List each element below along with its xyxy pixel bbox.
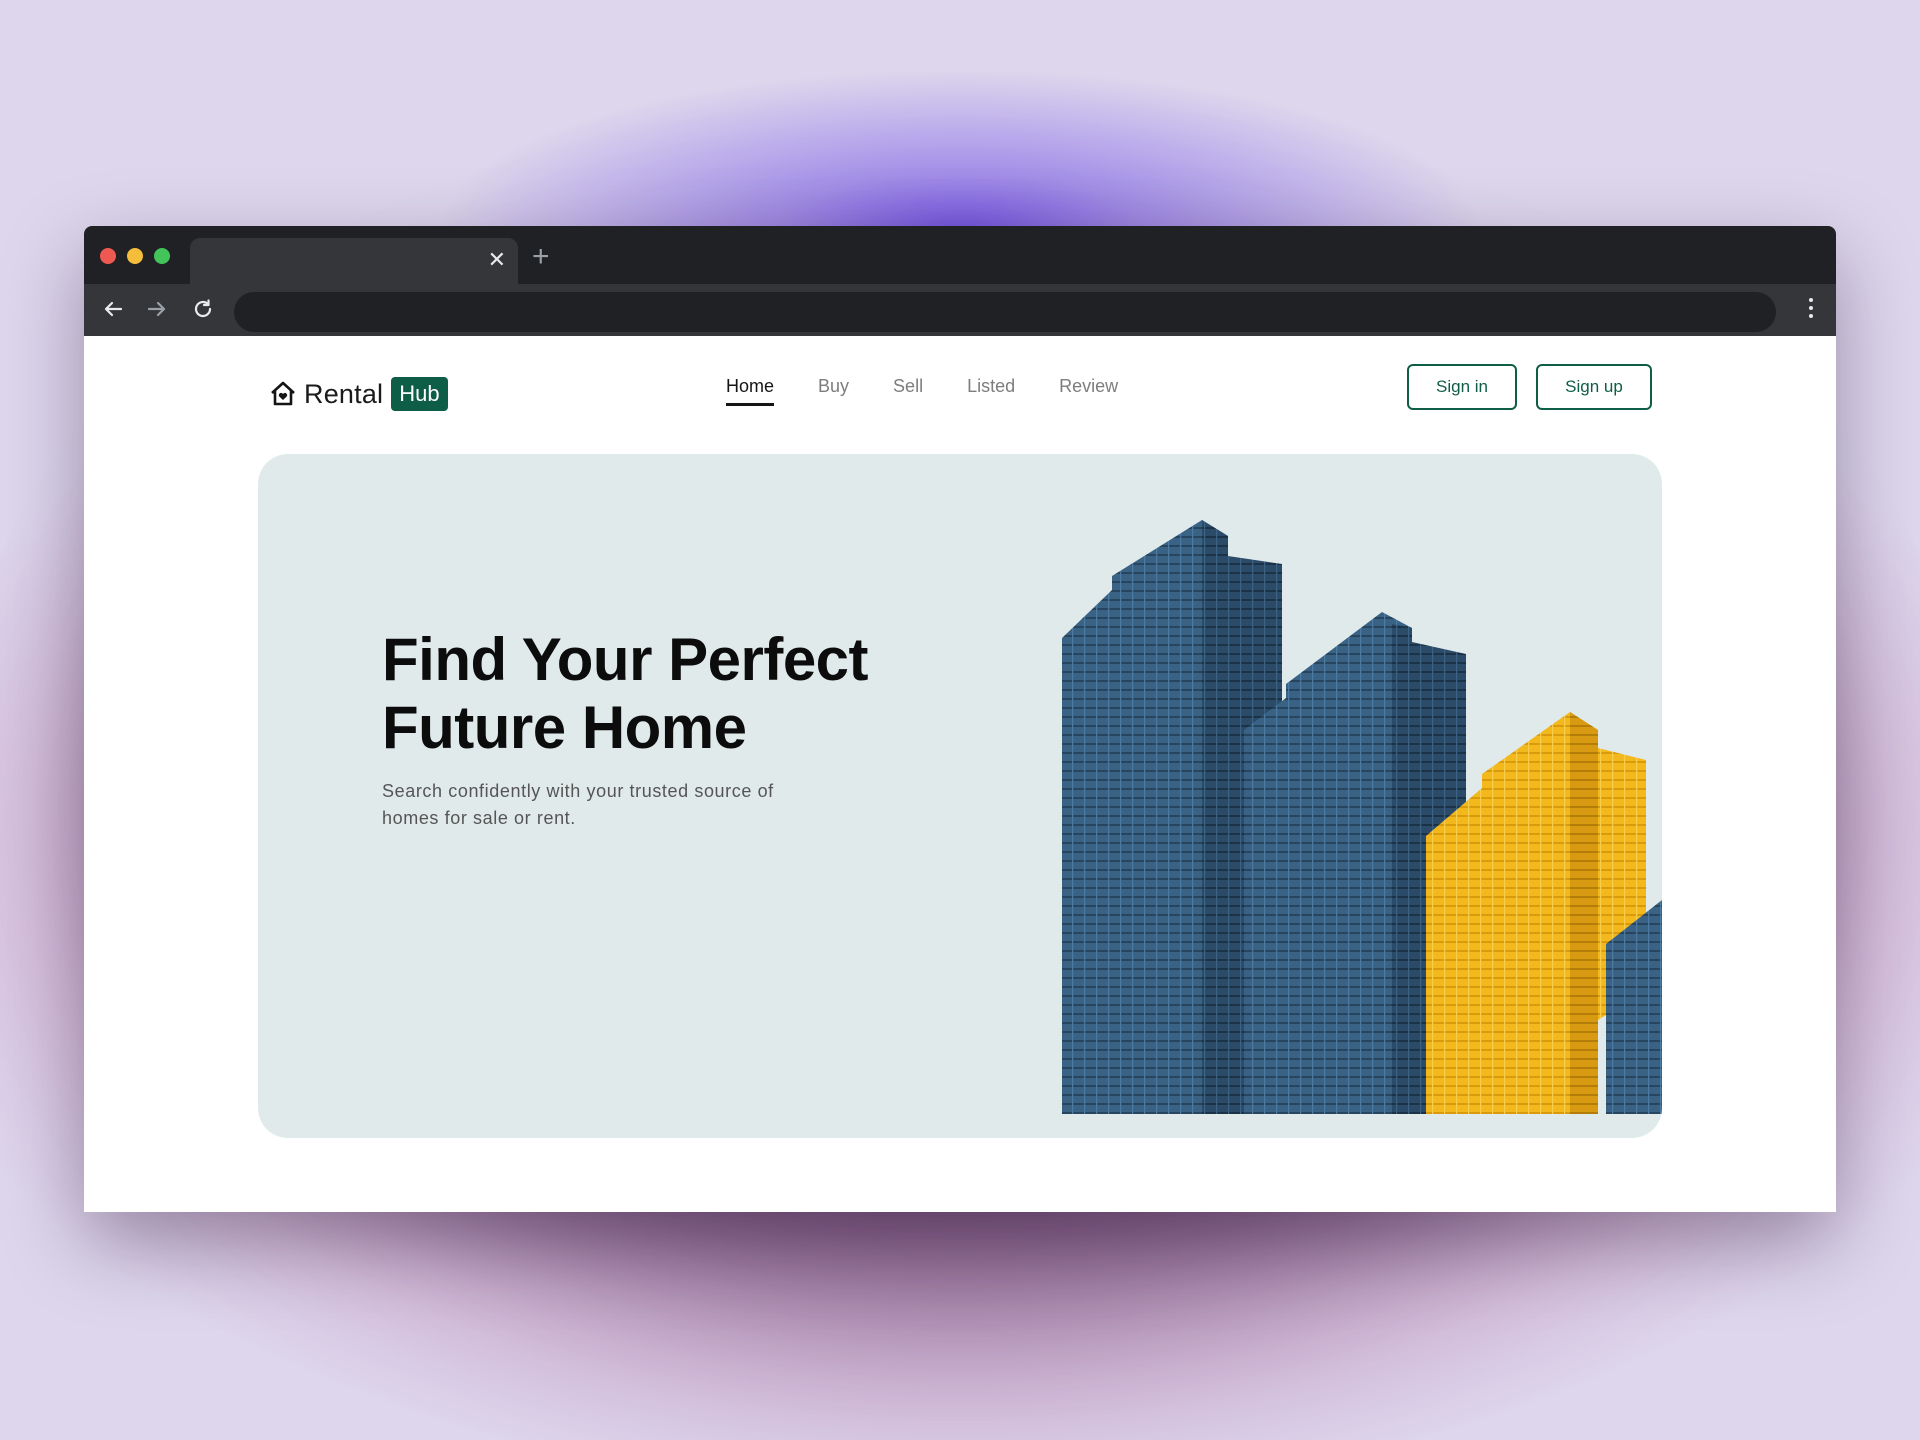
sign-in-button[interactable]: Sign in xyxy=(1407,364,1517,410)
hero-subtitle: Search confidently with your trusted sou… xyxy=(382,781,774,828)
main-nav: Home Buy Sell Listed Review xyxy=(726,376,1118,406)
forward-arrow-icon[interactable] xyxy=(140,292,174,326)
nav-item-review[interactable]: Review xyxy=(1059,376,1118,406)
browser-tab[interactable]: ✕ xyxy=(190,238,518,284)
sign-up-button[interactable]: Sign up xyxy=(1536,364,1652,410)
address-bar[interactable] xyxy=(234,292,1776,332)
house-heart-icon xyxy=(271,381,295,406)
close-window-button[interactable] xyxy=(100,248,116,264)
nav-item-sell[interactable]: Sell xyxy=(893,376,923,406)
hero-title: Find Your Perfect Future Home xyxy=(382,626,869,761)
maximize-window-button[interactable] xyxy=(154,248,170,264)
logo-text: Rental xyxy=(304,378,384,409)
buildings-image xyxy=(1062,520,1662,1114)
minimize-window-button[interactable] xyxy=(127,248,143,264)
browser-window: ✕ + Rental Hub Home Buy Sell Listed Revi… xyxy=(84,226,1836,1212)
more-vert-icon[interactable] xyxy=(1808,298,1814,322)
site-logo[interactable]: Rental Hub xyxy=(268,374,448,414)
nav-item-buy[interactable]: Buy xyxy=(818,376,849,406)
web-page: Rental Hub Home Buy Sell Listed Review S… xyxy=(84,336,1836,1212)
hero-banner: Find Your Perfect Future Home Search con… xyxy=(258,454,1662,1138)
browser-toolbar xyxy=(84,284,1836,336)
plus-icon[interactable]: + xyxy=(532,240,550,274)
nav-item-home[interactable]: Home xyxy=(726,376,775,406)
logo-badge: Hub xyxy=(391,377,448,411)
reload-icon[interactable] xyxy=(186,292,220,326)
tab-bar: ✕ + xyxy=(84,226,1836,284)
nav-item-listed[interactable]: Listed xyxy=(967,376,1015,406)
back-arrow-icon[interactable] xyxy=(96,292,130,326)
close-icon[interactable]: ✕ xyxy=(488,247,506,273)
